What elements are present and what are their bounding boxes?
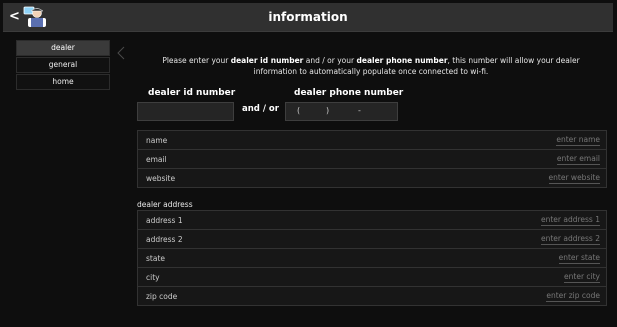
zip-code-input[interactable]: enter zip code bbox=[546, 291, 600, 302]
state-input[interactable]: enter state bbox=[558, 253, 600, 264]
website-label: website bbox=[146, 174, 176, 183]
phone-close-paren: ) bbox=[326, 106, 330, 115]
dealer-address-heading: dealer address bbox=[137, 200, 193, 209]
city-row: city enter city bbox=[138, 268, 606, 287]
sidebar: dealer general home bbox=[16, 40, 110, 91]
contact-fields-group: name enter name email enter email websit… bbox=[137, 130, 607, 188]
address-2-input[interactable]: enter address 2 bbox=[540, 234, 600, 245]
sidebar-item-home[interactable]: home bbox=[16, 74, 110, 90]
state-label: state bbox=[146, 254, 165, 263]
name-row: name enter name bbox=[138, 131, 606, 150]
address-2-label: address 2 bbox=[146, 235, 183, 244]
address-1-label: address 1 bbox=[146, 216, 183, 225]
address-1-input[interactable]: enter address 1 bbox=[540, 215, 600, 226]
website-input[interactable]: enter website bbox=[548, 173, 600, 184]
intro-text: Please enter your dealer id number and /… bbox=[162, 56, 580, 76]
sidebar-item-dealer[interactable]: dealer bbox=[16, 40, 110, 56]
address-1-row: address 1 enter address 1 bbox=[138, 211, 606, 230]
zip-code-row: zip code enter zip code bbox=[138, 287, 606, 305]
name-label: name bbox=[146, 136, 168, 145]
dealer-id-label: dealer id number bbox=[148, 88, 236, 98]
collapse-sidebar-icon[interactable] bbox=[117, 46, 125, 60]
name-input[interactable]: enter name bbox=[556, 135, 600, 146]
dealer-phone-label: dealer phone number bbox=[294, 88, 404, 98]
email-row: email enter email bbox=[138, 150, 606, 169]
top-bar: < information bbox=[3, 3, 613, 32]
and-or-label: and / or bbox=[242, 104, 279, 114]
phone-open-paren: ( bbox=[297, 106, 301, 115]
city-input[interactable]: enter city bbox=[564, 272, 600, 283]
page-title: information bbox=[268, 10, 348, 24]
dealer-phone-input[interactable]: ( ) - bbox=[285, 102, 398, 121]
email-input[interactable]: enter email bbox=[556, 154, 600, 165]
email-label: email bbox=[146, 155, 167, 164]
address-2-row: address 2 enter address 2 bbox=[138, 230, 606, 249]
phone-dash: - bbox=[358, 106, 361, 115]
zip-code-label: zip code bbox=[146, 292, 178, 301]
city-label: city bbox=[146, 273, 160, 282]
state-row: state enter state bbox=[138, 249, 606, 268]
sidebar-item-general[interactable]: general bbox=[16, 57, 110, 73]
website-row: website enter website bbox=[138, 169, 606, 187]
dealer-id-input[interactable] bbox=[137, 102, 234, 121]
address-fields-group: address 1 enter address 1 address 2 ente… bbox=[137, 210, 607, 306]
